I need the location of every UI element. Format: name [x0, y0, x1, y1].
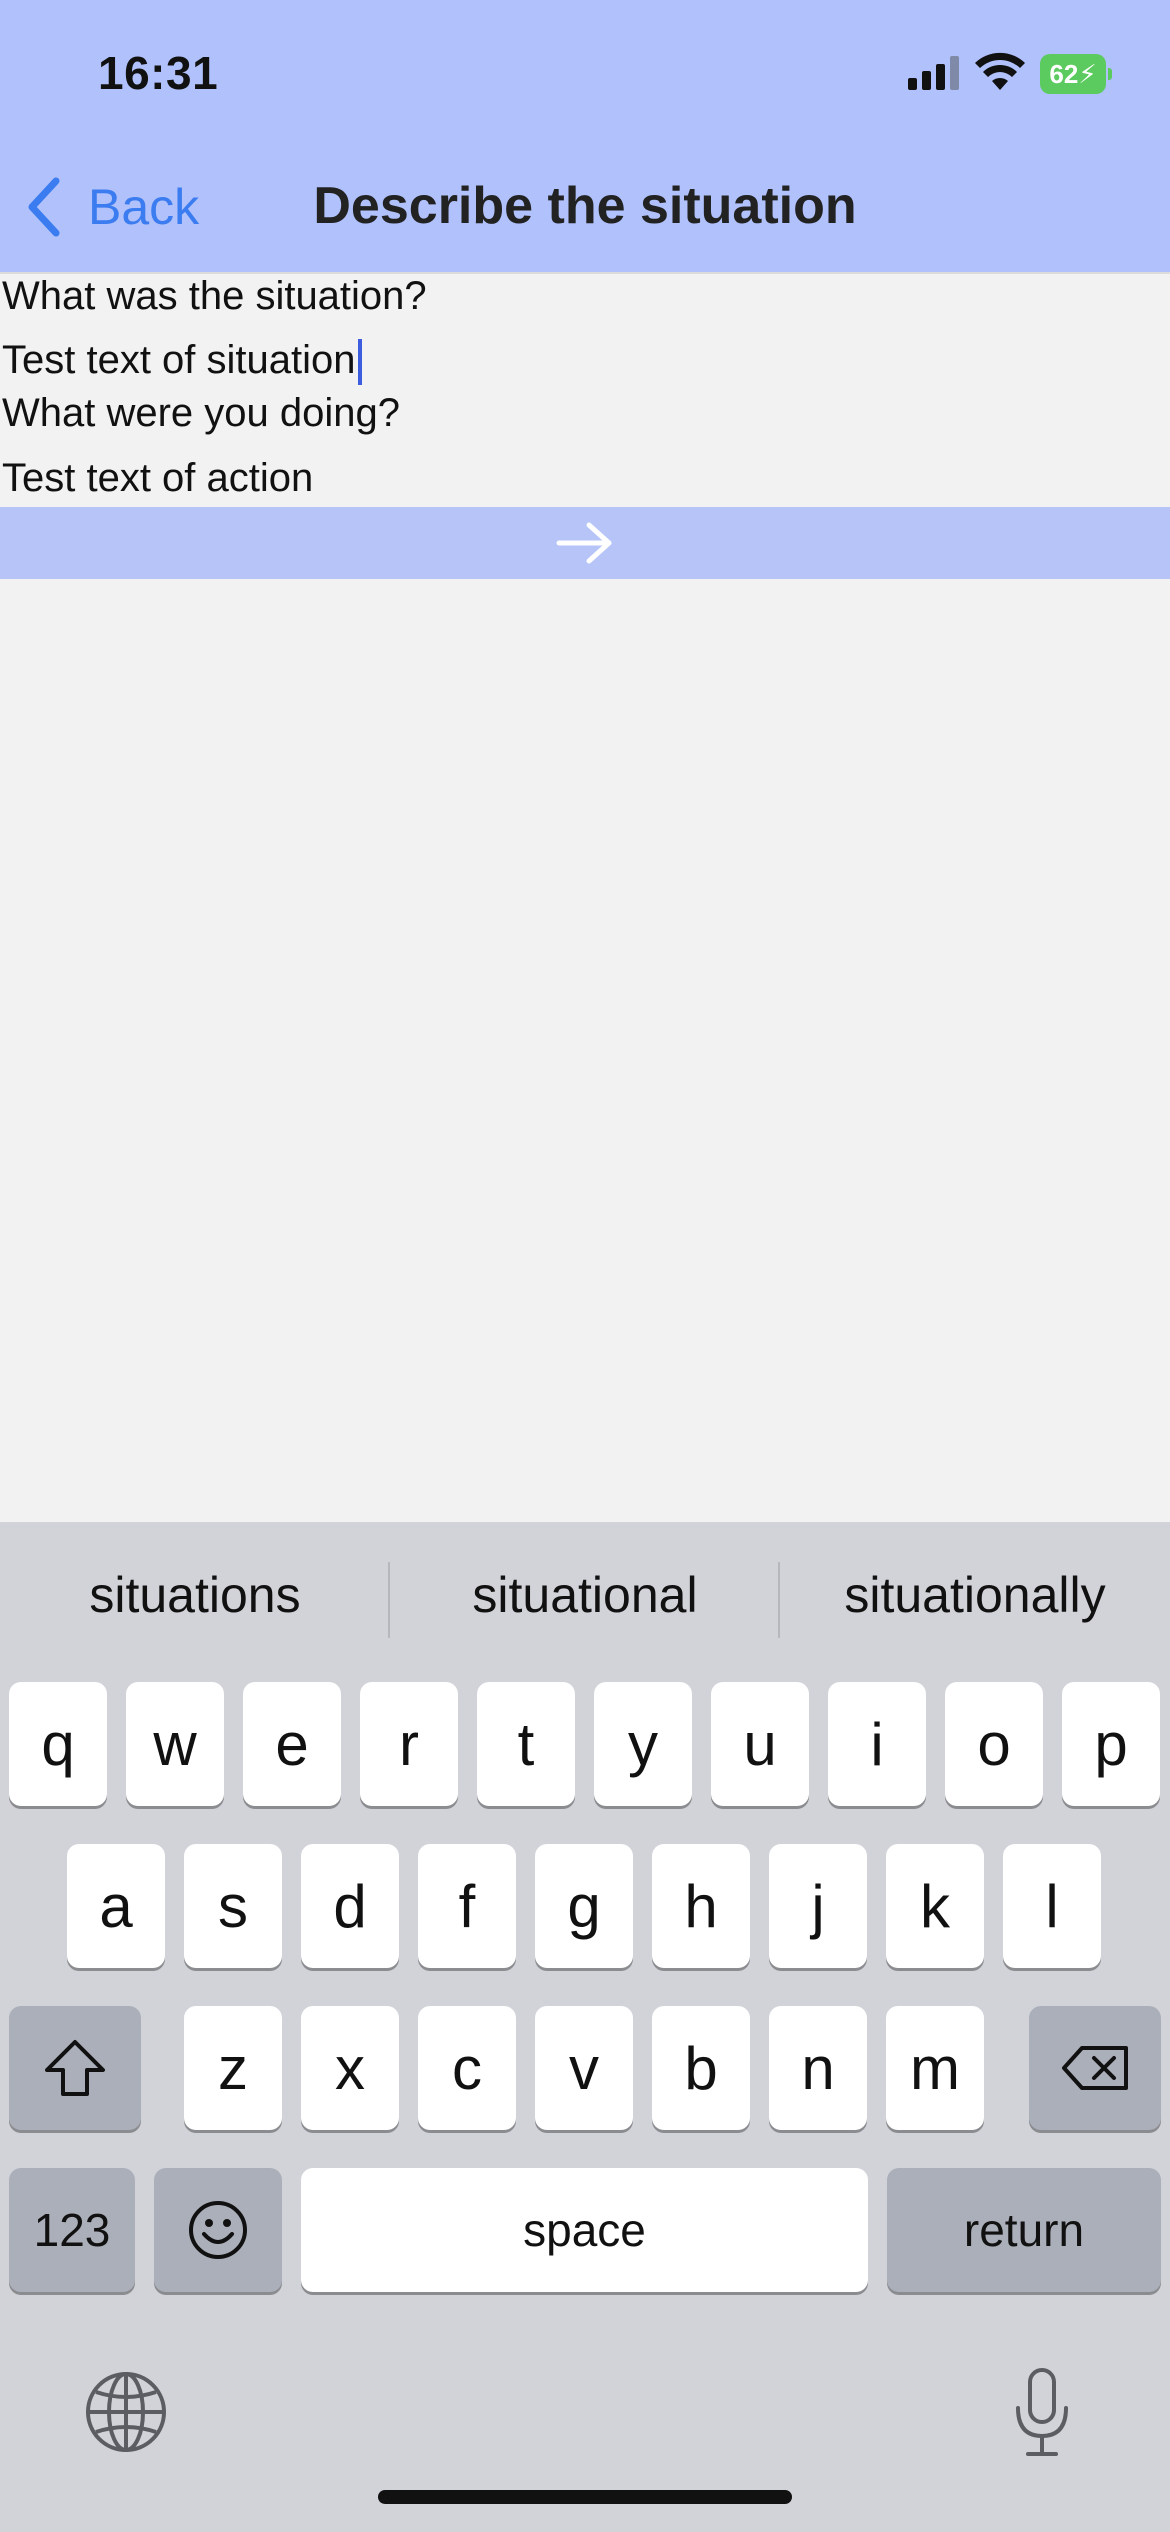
suggestion-3[interactable]: situationally [780, 1566, 1170, 1624]
arrow-right-icon [556, 522, 612, 564]
situation-input[interactable]: Test text of situation [2, 338, 362, 386]
key-r[interactable]: r [360, 1682, 458, 1806]
action-input[interactable]: Test text of action [2, 456, 313, 501]
key-b[interactable]: b [652, 2006, 750, 2130]
suggestion-bar: situations situational situationally [0, 1522, 1170, 1676]
key-k[interactable]: k [886, 1844, 984, 1968]
emoji-key[interactable] [154, 2168, 282, 2292]
key-p[interactable]: p [1062, 1682, 1160, 1806]
key-v[interactable]: v [535, 2006, 633, 2130]
key-d[interactable]: d [301, 1844, 399, 1968]
key-j[interactable]: j [769, 1844, 867, 1968]
key-u[interactable]: u [711, 1682, 809, 1806]
key-o[interactable]: o [945, 1682, 1043, 1806]
header: 16:31 62⚡ Back Describe the situation [0, 0, 1170, 274]
return-key[interactable]: return [887, 2168, 1161, 2292]
key-g[interactable]: g [535, 1844, 633, 1968]
key-i[interactable]: i [828, 1682, 926, 1806]
emoji-icon [189, 2201, 247, 2259]
backspace-icon [1062, 2046, 1128, 2090]
key-t[interactable]: t [477, 1682, 575, 1806]
key-c[interactable]: c [418, 2006, 516, 2130]
wifi-icon [975, 52, 1025, 90]
delete-key[interactable] [1029, 2006, 1161, 2130]
shift-icon [45, 2040, 105, 2096]
microphone-icon[interactable] [1012, 2366, 1072, 2458]
key-f[interactable]: f [418, 1844, 516, 1968]
key-s[interactable]: s [184, 1844, 282, 1968]
key-y[interactable]: y [594, 1682, 692, 1806]
action-question: What were you doing? [2, 391, 401, 435]
key-l[interactable]: l [1003, 1844, 1101, 1968]
key-z[interactable]: z [184, 2006, 282, 2130]
screen: 16:31 62⚡ Back Describe the situation Wh… [0, 0, 1170, 2532]
key-n[interactable]: n [769, 2006, 867, 2130]
battery-charging-icon: 62⚡ [1040, 54, 1112, 94]
key-m[interactable]: m [886, 2006, 984, 2130]
battery-level: 62 [1049, 59, 1079, 89]
signal-icon [908, 56, 959, 90]
globe-icon[interactable] [84, 2370, 168, 2454]
suggestion-2[interactable]: situational [390, 1566, 780, 1624]
action-input-text: Test text of action [2, 456, 314, 500]
key-a[interactable]: a [67, 1844, 165, 1968]
space-key[interactable]: space [301, 2168, 868, 2292]
suggestion-1[interactable]: situations [0, 1566, 390, 1624]
status-time: 16:31 [98, 47, 219, 99]
home-indicator[interactable] [378, 2490, 792, 2504]
situation-input-text: Test text of situation [2, 338, 356, 382]
key-e[interactable]: e [243, 1682, 341, 1806]
shift-key[interactable] [9, 2006, 141, 2130]
key-w[interactable]: w [126, 1682, 224, 1806]
key-x[interactable]: x [301, 2006, 399, 2130]
key-q[interactable]: q [9, 1682, 107, 1806]
situation-question: What was the situation? [2, 274, 427, 318]
page-title: Describe the situation [313, 177, 857, 235]
text-caret [357, 339, 362, 386]
next-button[interactable] [0, 507, 1170, 579]
numbers-key[interactable]: 123 [9, 2168, 135, 2292]
key-h[interactable]: h [652, 1844, 750, 1968]
